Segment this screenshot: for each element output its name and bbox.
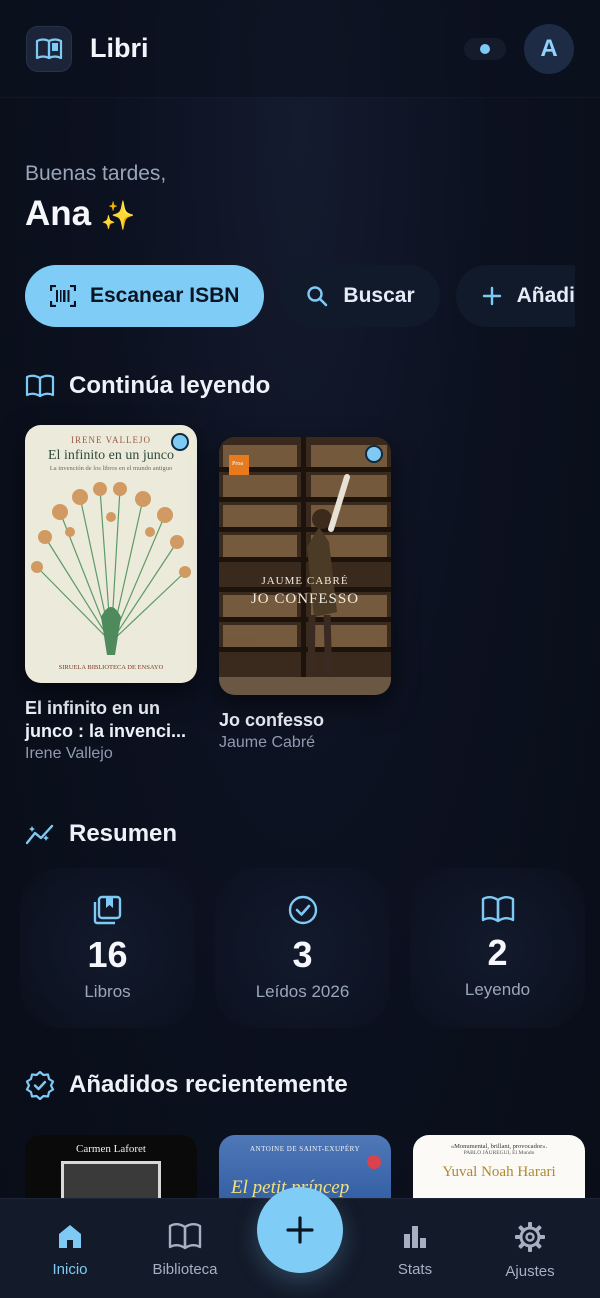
nav-label: Stats [397, 1261, 433, 1278]
app-header: Libri A [0, 0, 600, 98]
cover-quote: «Monumental, brillant, provocador». [450, 1143, 548, 1150]
section-summary: Resumen [25, 820, 177, 848]
section-recently-added: Añadidos recientemente [25, 1070, 348, 1100]
open-book-logo-icon [35, 37, 63, 59]
stat-value: 3 [292, 934, 313, 975]
open-book-icon [481, 896, 514, 923]
cover-title: El infinito en un junco [48, 448, 174, 463]
greeting-salutation: Buenas tardes, [25, 162, 167, 185]
add-book-label: Añadi [516, 284, 575, 307]
stat-card: 2 Leyendo [410, 868, 585, 1028]
cover-author: JAUME CABRÉ [261, 575, 349, 587]
plus-icon [482, 286, 501, 306]
verified-badge-icon [25, 1070, 55, 1100]
search-button[interactable]: Buscar [280, 265, 440, 327]
add-fab-button[interactable] [257, 1187, 343, 1273]
stat-value: 2 [487, 932, 508, 973]
book-cover: IRENE VALLEJO El infinito en un junco La… [25, 425, 197, 683]
gear-icon [515, 1222, 545, 1252]
section-continue-reading: Continúa leyendo [25, 372, 270, 400]
cover-publisher-badge: Proa [232, 461, 243, 467]
book-title: Jo confesso [219, 710, 325, 730]
add-book-button[interactable]: Añadi [455, 265, 575, 327]
stat-label: Leyendo [464, 980, 531, 999]
stat-card: 3 Leídos 2026 [215, 868, 390, 1028]
scan-isbn-button[interactable]: Escanear ISBN [25, 265, 265, 327]
search-icon [307, 286, 328, 307]
progress-dot [171, 433, 189, 451]
book-card[interactable]: IRENE VALLEJO El infinito en un junco La… [25, 425, 197, 763]
search-label: Buscar [343, 284, 415, 307]
nav-label: Ajustes [505, 1263, 555, 1280]
papyrus-illustration [31, 482, 191, 655]
scan-isbn-label: Escanear ISBN [90, 284, 240, 307]
user-name: Ana ✨ [25, 194, 136, 234]
plus-icon [286, 1216, 314, 1244]
cover-author: Carmen Laforet [76, 1143, 146, 1155]
sparkles-icon: ✨ [100, 200, 136, 231]
books-icon [93, 895, 121, 925]
library-icon [168, 1223, 202, 1250]
quick-actions: Escanear ISBN Buscar Añadi [25, 265, 575, 327]
cover-publisher: SIRUELA BIBLIOTECA DE ENSAYO [58, 664, 164, 671]
cover-title: JO CONFESSO [250, 591, 360, 607]
nav-label: Biblioteca [152, 1261, 218, 1278]
cover-quote-source: PABLO JÁUREGUI, El Mundo [463, 1150, 535, 1156]
home-icon [59, 1225, 81, 1248]
book-author: Irene Vallejo [25, 745, 113, 762]
section-title-text: Resumen [69, 820, 178, 847]
bar-chart-icon [404, 1226, 426, 1248]
stats-row: 16 Libros 3 Leídos 2026 2 Leyendo [20, 868, 585, 1028]
check-circle-icon [288, 895, 317, 925]
barcode-scan-icon [50, 285, 76, 307]
stat-card: 16 Libros [20, 868, 195, 1028]
app-logo[interactable] [26, 25, 72, 72]
avatar[interactable]: A [524, 23, 574, 74]
stat-value: 16 [87, 934, 128, 975]
toggle-dot [480, 43, 490, 54]
book-title: El infinito en un junco : la invenci... [25, 698, 187, 741]
section-title-text: Añadidos recientemente [69, 1071, 348, 1098]
rose-decoration [367, 1155, 381, 1169]
cover-author: ANTOINE DE SAINT-EXUPÉRY [250, 1145, 360, 1153]
nav-item-biblioteca[interactable]: Biblioteca [130, 1221, 240, 1278]
nav-item-ajustes[interactable]: Ajustes [475, 1221, 585, 1280]
app-title: Libri [90, 33, 149, 63]
nav-item-inicio[interactable]: Inicio [15, 1221, 125, 1278]
book-author: Jaume Cabré [219, 734, 316, 751]
book-card[interactable]: Proa JAUME CABRÉ JO CONFESSO Jo confesso… [219, 437, 391, 752]
progress-dot [365, 445, 383, 463]
book-cover: Proa JAUME CABRÉ JO CONFESSO [219, 437, 391, 695]
theme-toggle[interactable] [464, 37, 506, 60]
bookshelf-illustration [219, 437, 391, 695]
stat-label: Leídos 2026 [255, 982, 350, 1001]
section-title-text: Continúa leyendo [69, 372, 271, 399]
nav-label: Inicio [52, 1261, 88, 1278]
stat-label: Libros [84, 982, 131, 1001]
user-name-text: Ana [25, 194, 92, 233]
trending-up-icon [25, 824, 54, 845]
open-book-icon [25, 374, 55, 398]
cover-subtitle: La invención de los libros en el mundo a… [49, 465, 173, 472]
cover-author: Yuval Noah Harari [442, 1164, 556, 1180]
nav-item-stats[interactable]: Stats [360, 1221, 470, 1278]
